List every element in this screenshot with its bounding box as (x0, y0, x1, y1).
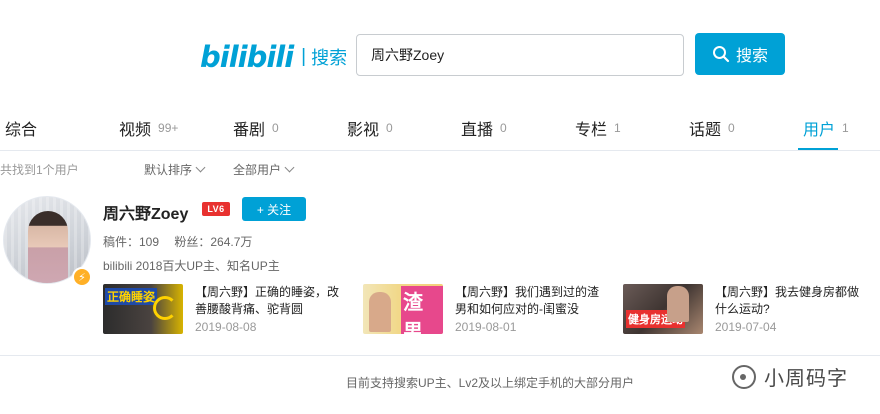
bilibili-logo[interactable]: bilibili | 搜索 (200, 40, 347, 74)
tab-user[interactable]: 用户 1 (803, 104, 849, 151)
watermark: 小周码字 (732, 362, 848, 391)
tab-count: 1 (842, 120, 849, 135)
tab-topic[interactable]: 话题 0 (689, 104, 735, 151)
avatar-figure (28, 211, 68, 283)
chevron-down-icon (195, 162, 206, 173)
person-figure (369, 292, 391, 332)
search-button[interactable]: 搜索 (695, 33, 785, 75)
user-stats: 稿件：109 粉丝：264.7万 (103, 233, 264, 250)
user-type-label: 全部用户 (233, 163, 282, 177)
video-thumbnail[interactable]: 健身房运动 (623, 284, 703, 334)
tab-label: 影视 (347, 121, 380, 139)
filter-bar: 共找到1个用户 默认排序 全部用户 (0, 160, 880, 178)
sort-dropdown[interactable]: 默认排序 (144, 161, 206, 178)
video-title[interactable]: 【周六野】我们遇到过的渣男和如何应对的-闺蜜没 (455, 284, 605, 318)
video-thumbnail[interactable]: 渣男 (363, 284, 443, 334)
video-thumbnail[interactable]: 正确睡姿 (103, 284, 183, 334)
fans-count: 粉丝：264.7万 (174, 235, 253, 249)
watermark-text: 小周码字 (764, 366, 848, 390)
tab-article[interactable]: 专栏 1 (575, 104, 621, 151)
tab-label: 用户 (803, 121, 836, 139)
tab-video[interactable]: 视频 99+ (119, 104, 178, 151)
divider (0, 355, 880, 356)
tab-count: 0 (500, 120, 507, 135)
video-title[interactable]: 【周六野】正确的睡姿，改善腰酸背痛、驼背圆 (195, 284, 345, 318)
tab-bangumi[interactable]: 番剧 0 (233, 104, 279, 151)
video-date: 2019-08-01 (455, 320, 517, 334)
logo-mark: bilibili (200, 40, 294, 74)
user-type-dropdown[interactable]: 全部用户 (233, 161, 295, 178)
tab-count: 0 (272, 120, 279, 135)
tab-count: 0 (728, 120, 735, 135)
user-description: bilibili 2018百大UP主、知名UP主 (103, 259, 280, 273)
tab-count: 0 (386, 120, 393, 135)
tab-label: 专栏 (575, 121, 608, 139)
level-badge: LV6 (202, 202, 230, 216)
user-name[interactable]: 周六野Zoey (103, 200, 188, 224)
video-item[interactable]: 渣男 【周六野】我们遇到过的渣男和如何应对的-闺蜜没 2019-08-01 (363, 284, 613, 336)
videos-count: 稿件：109 (103, 235, 160, 249)
logo-search-text: 搜索 (311, 48, 348, 68)
video-title[interactable]: 【周六野】我去健身房都做什么运动? (715, 284, 865, 318)
video-item[interactable]: 健身房运动 【周六野】我去健身房都做什么运动? 2019-07-04 (623, 284, 873, 336)
tab-count: 99+ (158, 120, 179, 135)
thumbnail-caption: 渣男 (401, 286, 443, 334)
tab-label: 番剧 (233, 121, 266, 139)
tab-all[interactable]: 综合 (5, 104, 37, 151)
tab-film[interactable]: 影视 0 (347, 104, 393, 151)
search-input[interactable] (356, 34, 684, 76)
tab-label: 话题 (689, 121, 722, 139)
thumbnail-caption: 正确睡姿 (105, 288, 158, 305)
logo-separator: | (301, 46, 307, 67)
moon-icon (153, 296, 177, 320)
sort-label: 默认排序 (144, 163, 193, 177)
lightning-icon: ⚡ (72, 267, 92, 287)
person-figure (667, 286, 689, 322)
chevron-down-icon (284, 162, 295, 173)
tab-label: 直播 (461, 121, 494, 139)
tab-live[interactable]: 直播 0 (461, 104, 507, 151)
wechat-icon (732, 364, 756, 389)
search-type-tabs: 综合 视频 99+ 番剧 0 影视 0 直播 0 专栏 1 话题 0 用户 1 (0, 104, 880, 151)
search-icon (712, 46, 730, 63)
tab-label: 视频 (119, 121, 152, 139)
result-count: 共找到1个用户 (0, 163, 79, 177)
active-tab-indicator (798, 148, 838, 150)
footer-note: 目前支持搜索UP主、Lv2及以上绑定手机的大部分用户 (346, 376, 635, 390)
search-button-label: 搜索 (735, 48, 768, 65)
video-date: 2019-08-08 (195, 320, 257, 334)
video-item[interactable]: 正确睡姿 【周六野】正确的睡姿，改善腰酸背痛、驼背圆 2019-08-08 (103, 284, 353, 336)
video-date: 2019-07-04 (715, 320, 777, 334)
tab-count: 1 (614, 120, 621, 135)
follow-button[interactable]: + 关注 (242, 197, 306, 221)
tab-label: 综合 (5, 121, 38, 139)
